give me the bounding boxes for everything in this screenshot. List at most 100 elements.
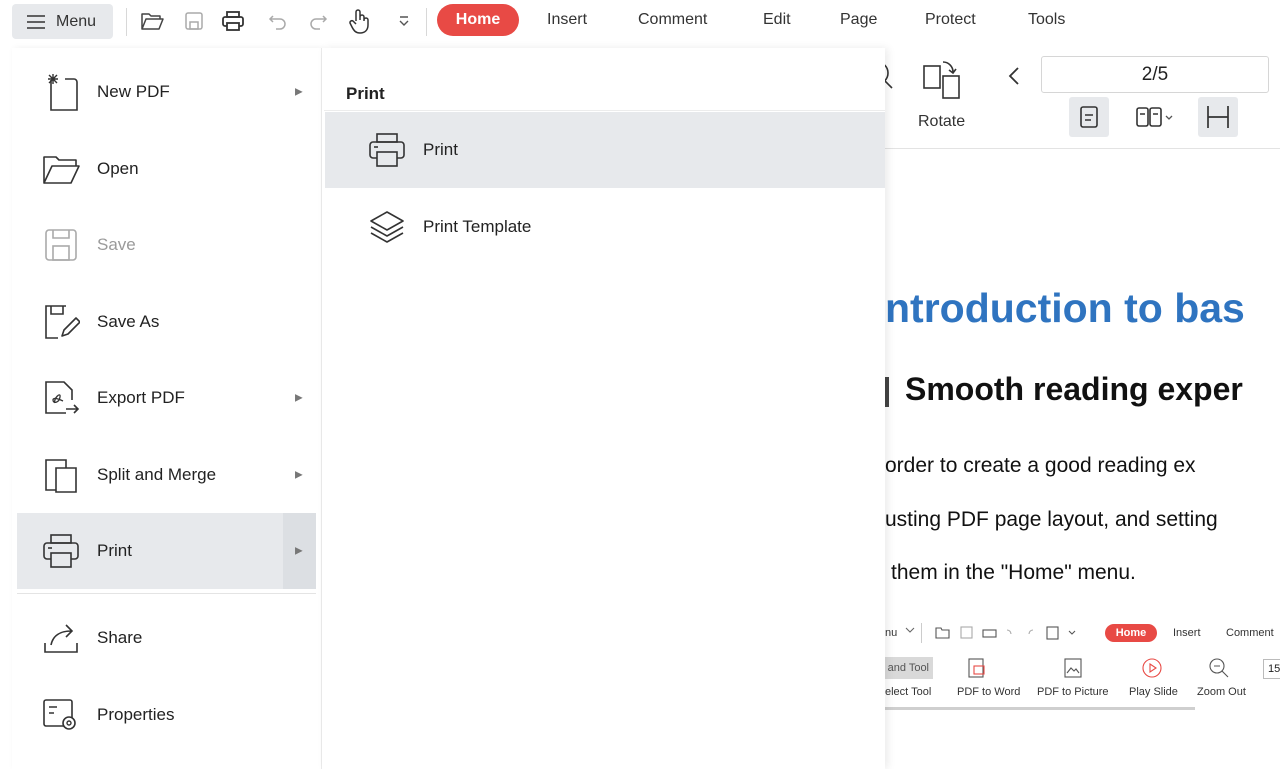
mini-tab-home: Home	[1105, 624, 1157, 642]
tab-protect[interactable]: Protect	[925, 11, 976, 29]
menu-item-label: Save As	[97, 312, 160, 331]
tab-comment[interactable]: Comment	[638, 11, 707, 29]
mini-hand-tool: and Tool	[885, 657, 933, 679]
menu-item-split-and-merge[interactable]: Split and Merge ▶	[17, 437, 316, 513]
submenu-arrow-icon: ▶	[295, 469, 303, 481]
print-submenu: Print Print Print Template	[322, 48, 885, 769]
mini-toolbar-underline	[885, 707, 1195, 710]
document-page: ntroduction to bas Smooth reading exper …	[885, 149, 1280, 769]
submenu-divider	[324, 110, 885, 111]
split-merge-icon	[41, 455, 81, 495]
fit-width-icon	[1205, 104, 1231, 130]
submenu-arrow-icon: ▶	[295, 86, 303, 98]
top-toolbar: Menu Home Insert Comment Edit Page Prote…	[0, 0, 1280, 44]
mini-divider	[921, 623, 922, 643]
mini-pdf-to-picture-label: PDF to Picture	[1037, 686, 1109, 698]
hand-tool-icon[interactable]	[347, 8, 373, 34]
mini-play-slide-label: Play Slide	[1129, 686, 1178, 698]
menu-item-label: Print	[97, 541, 132, 560]
document-paragraph-line: usting PDF page layout, and setting	[885, 508, 1218, 531]
menu-item-new-pdf[interactable]: New PDF ▶	[17, 54, 316, 130]
export-pdf-icon	[41, 378, 81, 418]
rotate-icon[interactable]	[921, 56, 965, 100]
menu-button-label: Menu	[56, 12, 97, 30]
mini-quick-icons	[935, 624, 1085, 642]
tab-insert[interactable]: Insert	[547, 11, 587, 29]
previous-page-icon[interactable]	[1007, 66, 1021, 86]
document-paragraph-line: them in the "Home" menu.	[891, 561, 1136, 584]
open-folder-icon	[41, 149, 81, 189]
save-as-icon	[41, 302, 81, 342]
menu-item-label: Open	[97, 159, 139, 178]
heading-bullet	[885, 377, 889, 407]
mini-play-slide-icon	[1140, 656, 1164, 680]
submenu-item-label: Print Template	[423, 217, 532, 236]
toolbar-divider	[426, 8, 427, 36]
new-pdf-icon	[41, 72, 81, 112]
mini-pdf-to-word-icon	[965, 656, 989, 680]
share-icon	[41, 618, 81, 658]
hamburger-icon	[26, 14, 46, 30]
mini-select-tool-label: elect Tool	[885, 686, 932, 698]
embedded-toolbar-screenshot: nu Home Insert Comment and Tool 150 elec…	[885, 619, 1280, 714]
save-icon[interactable]	[181, 8, 207, 34]
mini-zoom-out-icon	[1207, 656, 1231, 680]
submenu-arrow-icon: ▶	[295, 392, 303, 404]
page-number-input[interactable]: 2/5	[1041, 56, 1269, 93]
menu-item-save[interactable]: Save	[17, 207, 316, 283]
mini-menu-label: nu	[885, 627, 898, 639]
submenu-header: Print	[346, 84, 385, 103]
menu-item-label: Share	[97, 628, 143, 647]
tab-page[interactable]: Page	[840, 11, 877, 29]
mini-tab-comment: Comment	[1226, 627, 1274, 639]
double-page-icon	[1134, 105, 1174, 129]
document-paragraph-line: order to create a good reading ex	[885, 454, 1196, 477]
redo-icon[interactable]	[305, 8, 331, 34]
menu-item-open[interactable]: Open	[17, 131, 316, 207]
menu-item-share[interactable]: Share	[17, 600, 316, 676]
mini-tab-insert: Insert	[1173, 627, 1201, 639]
file-menu-panel: New PDF ▶ Open Save Save As Export PDF ▶…	[12, 48, 322, 769]
mini-toolbar: nu Home Insert Comment	[885, 619, 1280, 649]
menu-button[interactable]: Menu	[12, 4, 113, 39]
open-folder-icon[interactable]	[139, 8, 165, 34]
properties-icon	[41, 695, 81, 735]
menu-item-label: Export PDF	[97, 388, 185, 407]
menu-item-properties[interactable]: Properties	[17, 677, 316, 753]
undo-icon[interactable]	[265, 8, 291, 34]
toolbar-divider	[126, 8, 127, 36]
menu-divider	[17, 593, 316, 594]
menu-item-export-pdf[interactable]: Export PDF ▶	[17, 360, 316, 436]
menu-item-label: New PDF	[97, 82, 170, 101]
submenu-item-print-template[interactable]: Print Template	[325, 189, 885, 265]
printer-icon	[41, 531, 81, 571]
submenu-arrow-icon: ▶	[295, 545, 303, 557]
menu-item-print[interactable]: Print ▶	[17, 513, 316, 589]
submenu-item-label: Print	[423, 140, 458, 159]
menu-item-label: Properties	[97, 705, 175, 724]
single-page-view-button[interactable]	[1069, 97, 1109, 137]
mini-zoom-out-label: Zoom Out	[1197, 686, 1246, 698]
tab-home[interactable]: Home	[437, 4, 519, 36]
save-icon	[41, 225, 81, 265]
menu-item-save-as[interactable]: Save As	[17, 284, 316, 360]
rotate-label: Rotate	[918, 113, 966, 130]
single-page-icon	[1079, 105, 1099, 129]
document-title: ntroduction to bas	[885, 285, 1245, 331]
customize-dropdown-icon[interactable]	[391, 8, 417, 34]
menu-item-label: Split and Merge	[97, 465, 217, 484]
menu-item-label: Save	[97, 235, 136, 254]
mini-pdf-to-word-label: PDF to Word	[957, 686, 1021, 698]
printer-icon[interactable]	[220, 8, 246, 34]
mini-chevron-down-icon	[905, 624, 915, 636]
mini-pdf-to-picture-icon	[1061, 656, 1085, 680]
document-heading: Smooth reading exper	[905, 371, 1243, 407]
layers-icon	[367, 207, 407, 247]
tab-edit[interactable]: Edit	[763, 11, 791, 29]
submenu-item-print[interactable]: Print	[325, 112, 885, 188]
mini-zoom-input: 150	[1263, 659, 1280, 679]
tab-tools[interactable]: Tools	[1028, 11, 1065, 29]
double-page-view-button[interactable]	[1126, 97, 1182, 137]
fit-width-button[interactable]	[1198, 97, 1238, 137]
printer-icon	[367, 130, 407, 170]
